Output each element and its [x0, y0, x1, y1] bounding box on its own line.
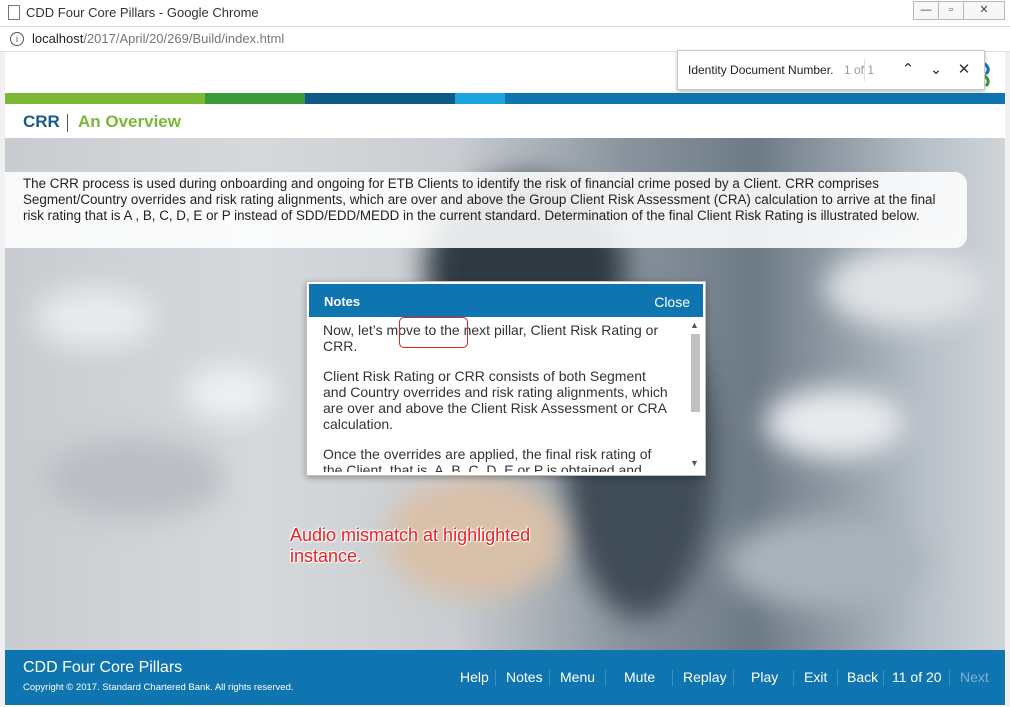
next-button[interactable]: Next — [960, 669, 989, 685]
play-button[interactable]: Play — [751, 669, 778, 685]
close-icon[interactable]: ✕ — [956, 60, 972, 78]
find-bar: Identity Document Number. 1 of 1 ⌃ ⌄ ✕ — [677, 50, 985, 90]
url-host: localhost — [32, 31, 84, 46]
find-count: 1 of 1 — [844, 63, 875, 77]
notes-body: Now, let’s move to the next pillar, Clie… — [323, 322, 673, 472]
maximize-button[interactable]: ▫ — [938, 1, 964, 20]
chevron-up-icon[interactable]: ⌃ — [900, 60, 916, 78]
nav-divider — [549, 670, 550, 686]
scroll-up-icon[interactable]: ▲ — [690, 320, 699, 330]
url-path: /2017/April/20/269/Build/index.html — [83, 31, 285, 46]
exit-button[interactable]: Exit — [804, 669, 827, 685]
nav-divider — [837, 670, 838, 686]
nav-divider — [733, 670, 734, 686]
scroll-down-icon[interactable]: ▼ — [690, 458, 699, 468]
title-divider — [67, 114, 68, 132]
description-text: The CRR process is used during onboardin… — [23, 176, 936, 223]
menu-button[interactable]: Menu — [560, 669, 595, 685]
brand-color-bar — [5, 93, 1005, 104]
info-icon[interactable]: i — [10, 32, 24, 46]
nav-divider — [495, 670, 496, 686]
minimize-button[interactable]: — — [913, 1, 939, 20]
mute-button[interactable]: Mute — [624, 669, 655, 685]
mismatch-highlight-box — [399, 317, 468, 348]
copyright-text: Copyright © 2017. Standard Chartered Ban… — [23, 682, 294, 693]
page-icon — [8, 5, 20, 20]
description-panel: The CRR process is used during onboardin… — [5, 172, 967, 248]
nav-divider — [605, 670, 606, 686]
section-title: CRR — [23, 112, 60, 131]
notes-paragraph: Once the overrides are applied, the fina… — [323, 446, 652, 472]
notes-title: Notes — [324, 294, 361, 309]
chevron-down-icon[interactable]: ⌄ — [928, 60, 944, 78]
notes-scrollbar[interactable]: ▲ ▼ — [689, 320, 701, 472]
find-input[interactable]: Identity Document Number. — [688, 63, 833, 77]
notes-paragraph: Now, let’s move to the next pillar, Clie… — [323, 322, 659, 354]
section-header: CRR An Overview — [5, 104, 1005, 138]
nav-divider — [672, 670, 673, 686]
notes-header: Notes Close — [309, 284, 703, 317]
course-title: CDD Four Core Pillars — [23, 659, 183, 676]
close-window-button[interactable]: ✕ — [963, 1, 1005, 20]
section-subtitle: An Overview — [78, 112, 181, 131]
notes-close-button[interactable]: Close — [654, 294, 690, 310]
footer-bar: CDD Four Core Pillars Copyright © 2017. … — [5, 650, 1005, 705]
notes-dialog: Notes Close Now, let’s move to the next … — [306, 281, 706, 476]
window-title: CDD Four Core Pillars - Google Chrome — [26, 5, 259, 20]
notes-button[interactable]: Notes — [506, 669, 543, 685]
notes-paragraph: Client Risk Rating or CRR consists of bo… — [323, 368, 668, 432]
window-titlebar: CDD Four Core Pillars - Google Chrome — … — [0, 0, 1010, 27]
nav-divider — [949, 670, 950, 686]
help-button[interactable]: Help — [460, 669, 489, 685]
window-frame-right — [1005, 52, 1010, 707]
annotation-text: Audio mismatch at highlighted instance. — [290, 525, 531, 566]
find-divider — [864, 59, 865, 81]
nav-divider — [883, 670, 884, 686]
replay-button[interactable]: Replay — [683, 669, 727, 685]
scrollbar-thumb[interactable] — [691, 334, 700, 412]
address-bar[interactable]: i localhost/2017/April/20/269/Build/inde… — [0, 27, 1010, 52]
nav-divider — [793, 670, 794, 686]
url-text[interactable]: localhost/2017/April/20/269/Build/index.… — [32, 31, 284, 46]
back-button[interactable]: Back — [847, 669, 878, 685]
page-counter: 11 of 20 — [892, 669, 942, 685]
